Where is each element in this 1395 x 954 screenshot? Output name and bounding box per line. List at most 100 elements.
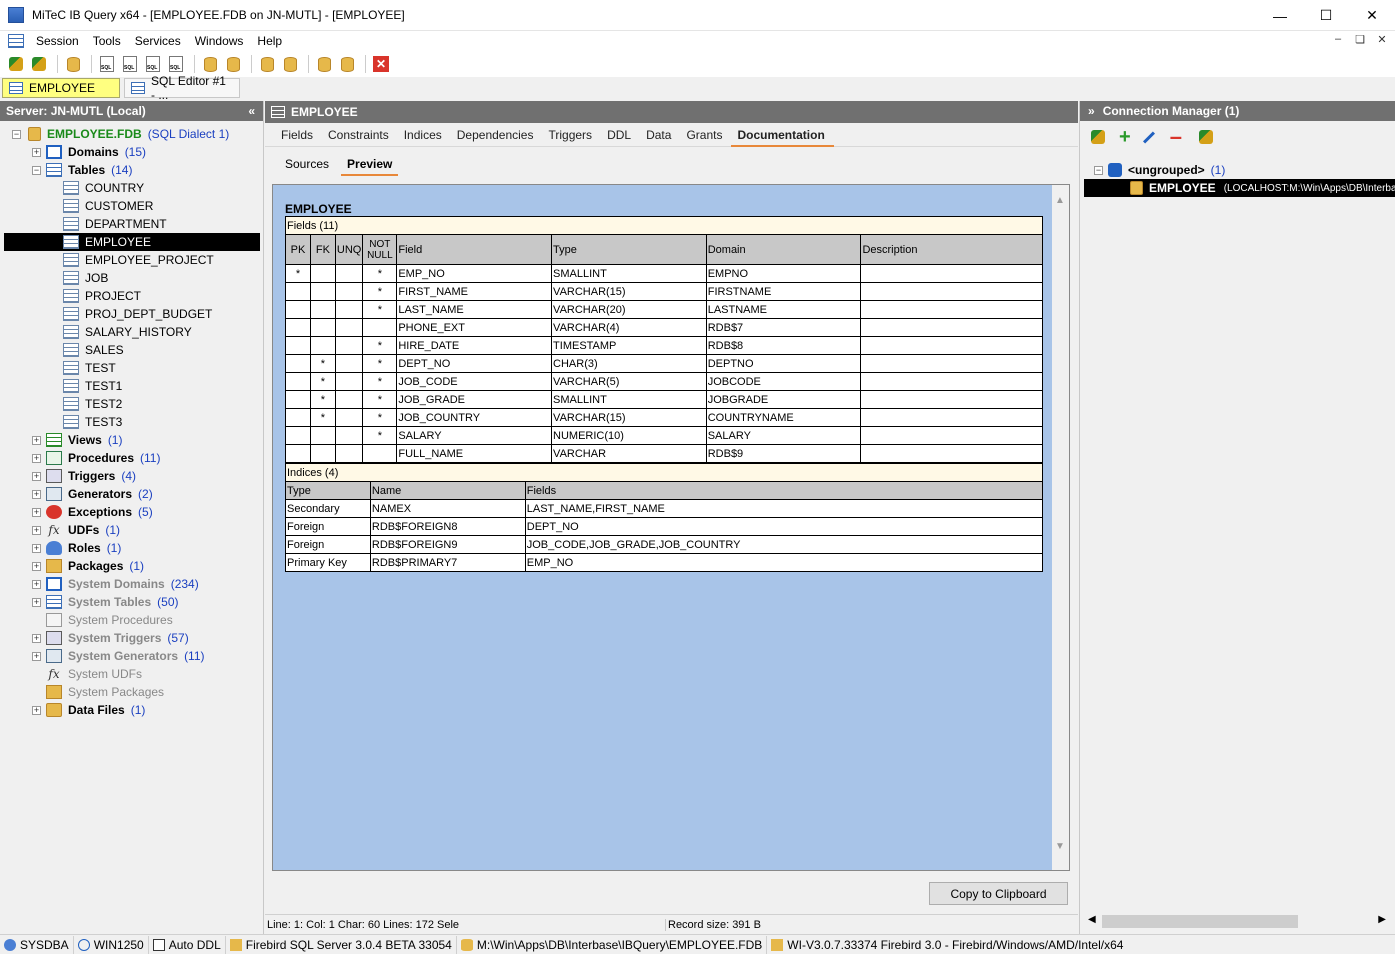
collapse-icon[interactable]: −: [1094, 165, 1103, 175]
tab-grants[interactable]: Grants: [680, 123, 731, 147]
tree-exceptions[interactable]: + Exceptions (5): [0, 503, 264, 521]
tree-generators[interactable]: + Generators (2): [0, 485, 264, 503]
connect-button[interactable]: [1088, 127, 1108, 147]
connection-group[interactable]: − <ungrouped> (1): [1080, 161, 1395, 179]
tab-indices[interactable]: Indices: [398, 123, 451, 147]
tree-table-project[interactable]: PROJECT: [0, 287, 264, 305]
collapse-panel-icon[interactable]: «: [248, 104, 255, 118]
expand-icon[interactable]: +: [32, 147, 41, 157]
minimize-button[interactable]: —: [1257, 0, 1303, 31]
sql-table-button[interactable]: [120, 54, 140, 74]
expand-icon[interactable]: +: [32, 651, 41, 661]
db-properties-button[interactable]: [337, 54, 357, 74]
remove-connection-icon[interactable]: –: [1170, 126, 1182, 148]
expand-icon[interactable]: +: [32, 525, 41, 535]
close-button[interactable]: ✕: [1349, 0, 1395, 31]
tree-table-country[interactable]: COUNTRY: [0, 179, 264, 197]
preview-scrollbar[interactable]: ▲ ▼: [1052, 185, 1069, 870]
tree-procedures[interactable]: + Procedures (11): [0, 449, 264, 467]
subtab-preview[interactable]: Preview: [341, 152, 399, 176]
tree-table-test2[interactable]: TEST2: [0, 395, 264, 413]
sql-history-button[interactable]: [166, 54, 186, 74]
checkbox-icon[interactable]: [152, 938, 165, 951]
tab-data[interactable]: Data: [640, 123, 680, 147]
tree-table-test1[interactable]: TEST1: [0, 377, 264, 395]
expand-icon[interactable]: +: [32, 507, 41, 517]
user-manager-button[interactable]: [257, 54, 277, 74]
tree-triggers[interactable]: + Triggers (4): [0, 467, 264, 485]
db-info-button[interactable]: [63, 54, 83, 74]
tree-system-triggers[interactable]: + System Triggers (57): [0, 629, 264, 647]
menu-help[interactable]: Help: [251, 34, 290, 48]
add-connection-icon[interactable]: +: [1119, 127, 1131, 147]
tree-domains[interactable]: + Domains (15): [0, 143, 264, 161]
tab-constraints[interactable]: Constraints: [322, 123, 398, 147]
tree-data-files[interactable]: + Data Files (1): [0, 701, 264, 719]
tree-system-packages[interactable]: System Packages: [0, 683, 264, 701]
mdi-close-button[interactable]: ✕: [1373, 33, 1391, 46]
tree-roles[interactable]: + Roles (1): [0, 539, 264, 557]
mdi-minimize-button[interactable]: –: [1329, 33, 1347, 46]
tab-dependencies[interactable]: Dependencies: [451, 123, 543, 147]
expand-icon[interactable]: +: [32, 453, 41, 463]
expand-panel-icon[interactable]: »: [1088, 104, 1095, 118]
window-tab-employee[interactable]: EMPLOYEE: [2, 78, 120, 98]
db-settings-button[interactable]: [314, 54, 334, 74]
tree-table-test3[interactable]: TEST3: [0, 413, 264, 431]
db-lock-button[interactable]: [280, 54, 300, 74]
db-search-button[interactable]: [223, 54, 243, 74]
tab-ddl[interactable]: DDL: [601, 123, 640, 147]
tree-table-sales[interactable]: SALES: [0, 341, 264, 359]
tree-table-customer[interactable]: CUSTOMER: [0, 197, 264, 215]
expand-icon[interactable]: +: [32, 471, 41, 481]
tree-system-tables[interactable]: + System Tables (50): [0, 593, 264, 611]
connect-button[interactable]: [6, 54, 26, 74]
copy-to-clipboard-button[interactable]: Copy to Clipboard: [929, 882, 1068, 905]
sql-editor-button[interactable]: [97, 54, 117, 74]
collapse-icon[interactable]: −: [32, 165, 41, 175]
tree-table-proj_dept_budget[interactable]: PROJ_DEPT_BUDGET: [0, 305, 264, 323]
mdi-restore-button[interactable]: ❏: [1351, 33, 1369, 46]
tab-fields[interactable]: Fields: [275, 123, 322, 147]
window-tab-sql-editor[interactable]: SQL Editor #1 - ...: [124, 74, 240, 102]
expand-icon[interactable]: +: [32, 435, 41, 445]
scroll-down-icon[interactable]: ▼: [1055, 841, 1065, 852]
subtab-sources[interactable]: Sources: [279, 152, 335, 176]
menu-session[interactable]: Session: [30, 34, 87, 48]
tree-system-udfs[interactable]: fx System UDFs: [0, 665, 264, 683]
tree-table-job[interactable]: JOB: [0, 269, 264, 287]
tab-documentation[interactable]: Documentation: [731, 123, 835, 147]
maximize-button[interactable]: ☐: [1303, 0, 1349, 31]
expand-icon[interactable]: +: [32, 489, 41, 499]
tree-system-procedures[interactable]: System Procedures: [0, 611, 264, 629]
tree-table-employee[interactable]: EMPLOYEE: [4, 233, 260, 251]
tree-system-generators[interactable]: + System Generators (11): [0, 647, 264, 665]
tree-table-employee_project[interactable]: EMPLOYEE_PROJECT: [0, 251, 264, 269]
expand-icon[interactable]: +: [32, 705, 41, 715]
tree-views[interactable]: + Views (1): [0, 431, 264, 449]
expand-icon[interactable]: +: [32, 579, 41, 589]
tree-packages[interactable]: + Packages (1): [0, 557, 264, 575]
scroll-right-icon[interactable]: ▶: [1378, 914, 1386, 925]
scroll-up-icon[interactable]: ▲: [1055, 195, 1065, 206]
tree-udfs[interactable]: + fx UDFs (1): [0, 521, 264, 539]
expand-icon[interactable]: +: [32, 543, 41, 553]
collapse-icon[interactable]: −: [12, 129, 21, 139]
tab-triggers[interactable]: Triggers: [542, 123, 601, 147]
connection-hscrollbar[interactable]: ◀ ▶: [1084, 913, 1390, 930]
status-autoddl[interactable]: Auto DDL: [149, 935, 226, 954]
close-window-button[interactable]: ✕: [371, 54, 391, 74]
tree-table-department[interactable]: DEPARTMENT: [0, 215, 264, 233]
documentation-preview[interactable]: EMPLOYEE Fields (11) PK FK UNQ NOT NULL Fiel…: [272, 184, 1070, 871]
tree-db-root[interactable]: − EMPLOYEE.FDB (SQL Dialect 1): [0, 125, 264, 143]
expand-icon[interactable]: +: [32, 633, 41, 643]
tree-tables[interactable]: − Tables (14): [0, 161, 264, 179]
expand-icon[interactable]: +: [32, 561, 41, 571]
edit-connection-button[interactable]: [1139, 127, 1159, 147]
db-export-button[interactable]: [200, 54, 220, 74]
tree-table-test[interactable]: TEST: [0, 359, 264, 377]
tree-system-domains[interactable]: + System Domains (234): [0, 575, 264, 593]
connection-employee[interactable]: EMPLOYEE (LOCALHOST:M:\Win\Apps\DB\Inter…: [1084, 179, 1395, 197]
sql-script-button[interactable]: [143, 54, 163, 74]
expand-icon[interactable]: +: [32, 597, 41, 607]
